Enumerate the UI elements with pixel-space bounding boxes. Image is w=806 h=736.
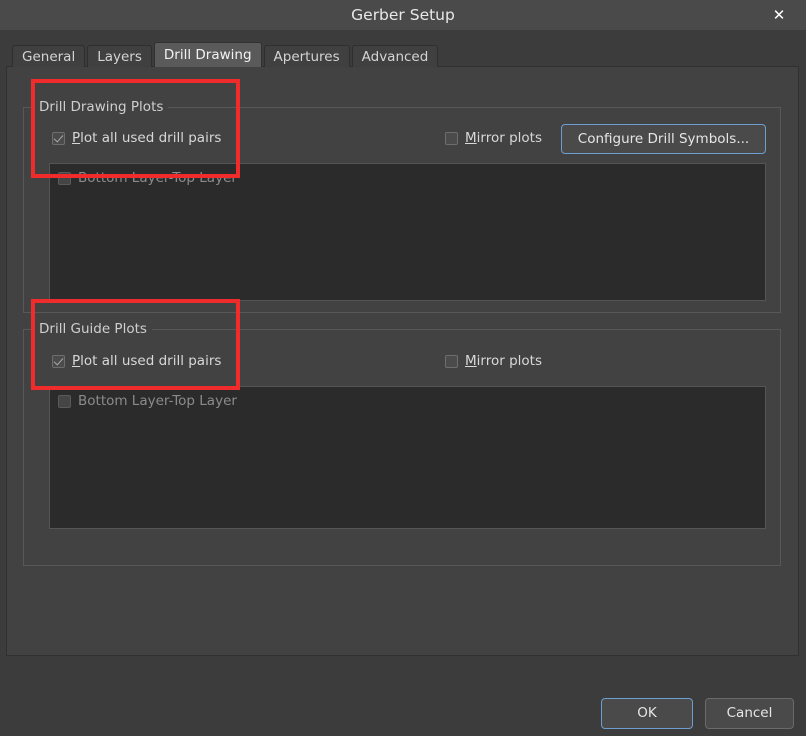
checkbox-plot-all-used-drill-pairs-guide[interactable]: Plot all used drill pairs [52, 353, 221, 369]
group-drill-drawing-plots: Drill Drawing Plots Plot all used drill … [23, 99, 781, 313]
tab-bar: General Layers Drill Drawing Apertures A… [12, 42, 440, 67]
list-item[interactable]: Bottom Layer-Top Layer [58, 170, 237, 186]
checkbox-box[interactable] [52, 131, 65, 145]
listbox-drill-drawing-pairs[interactable]: Bottom Layer-Top Layer [49, 163, 766, 301]
checkbox-box[interactable] [445, 131, 458, 145]
label-rest: lot all used drill pairs [80, 130, 222, 146]
checkbox-label: Mirror plots [465, 353, 542, 369]
list-item-label: Bottom Layer-Top Layer [78, 170, 237, 186]
tab-layers[interactable]: Layers [87, 45, 152, 67]
label-rest: irror plots [476, 130, 542, 146]
tab-advanced[interactable]: Advanced [351, 45, 439, 67]
checkbox-mirror-plots-drawing[interactable]: Mirror plots [445, 130, 542, 146]
gerber-setup-dialog: Gerber Setup ✕ General Layers Drill Draw… [0, 0, 806, 736]
checkbox-plot-all-used-drill-pairs-drawing[interactable]: Plot all used drill pairs [52, 130, 221, 146]
group-drill-guide-plots: Drill Guide Plots Plot all used drill pa… [23, 321, 781, 566]
mnemonic-letter: P [72, 353, 81, 369]
mnemonic-letter: M [465, 130, 477, 146]
tab-drill-drawing[interactable]: Drill Drawing [153, 42, 262, 67]
list-item-label: Bottom Layer-Top Layer [78, 393, 237, 409]
checkbox-box[interactable] [445, 354, 458, 368]
tab-panel-drill-drawing: Drill Drawing Plots Plot all used drill … [6, 66, 799, 656]
checkbox-box[interactable] [58, 171, 71, 185]
tab-general[interactable]: General [12, 45, 86, 67]
group-drill-drawing-plots-title: Drill Drawing Plots [34, 99, 169, 115]
list-item[interactable]: Bottom Layer-Top Layer [58, 393, 237, 409]
close-icon[interactable]: ✕ [766, 2, 792, 28]
ok-button[interactable]: OK [601, 698, 693, 729]
tab-apertures[interactable]: Apertures [263, 45, 350, 67]
mnemonic-letter: P [72, 130, 81, 146]
checkbox-label: Plot all used drill pairs [72, 130, 221, 146]
title-bar: Gerber Setup ✕ [0, 0, 806, 30]
mnemonic-letter: M [465, 353, 477, 369]
dialog-title: Gerber Setup [351, 6, 455, 24]
configure-drill-symbols-button[interactable]: Configure Drill Symbols... [561, 124, 766, 154]
group-drill-guide-plots-title: Drill Guide Plots [34, 321, 152, 337]
checkbox-box[interactable] [52, 354, 65, 368]
cancel-button[interactable]: Cancel [705, 698, 794, 729]
checkbox-mirror-plots-guide[interactable]: Mirror plots [445, 353, 542, 369]
checkbox-box[interactable] [58, 394, 71, 408]
label-rest: lot all used drill pairs [80, 353, 222, 369]
label-rest: irror plots [476, 353, 542, 369]
checkbox-label: Mirror plots [465, 130, 542, 146]
checkbox-label: Plot all used drill pairs [72, 353, 221, 369]
listbox-drill-guide-pairs[interactable]: Bottom Layer-Top Layer [49, 386, 766, 529]
tab-widget: General Layers Drill Drawing Apertures A… [6, 42, 799, 656]
